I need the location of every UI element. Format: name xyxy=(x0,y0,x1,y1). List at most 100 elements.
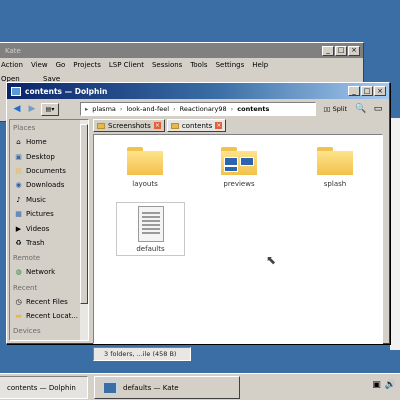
system-tray: ▣ 🔊 xyxy=(372,380,396,390)
kate-app-icon xyxy=(103,381,117,394)
tab-contents[interactable]: contents × xyxy=(166,119,227,132)
dolphin-content: Places ⌂ Home ▣ Desktop ▤ Documents ◉ Do… xyxy=(9,119,387,361)
volume-icon[interactable]: 🔊 xyxy=(385,380,396,390)
dolphin-window-title: contents — Dolphin xyxy=(25,86,108,96)
kate-close-button[interactable]: × xyxy=(348,45,360,56)
breadcrumb-current[interactable]: contents xyxy=(237,105,269,113)
dolphin-minimize-button[interactable]: _ xyxy=(348,86,360,96)
file-name: splash xyxy=(323,180,347,188)
folder-item-previews[interactable]: previews xyxy=(206,147,272,188)
devices-section-header: Devices xyxy=(13,327,41,336)
music-icon: ♪ xyxy=(16,195,21,204)
sidebar-item-recent-files[interactable]: ◷ Recent Files xyxy=(10,295,88,309)
breadcrumb-separator-icon: › xyxy=(230,105,234,113)
taskbar-item-kate[interactable]: defaults — Kate xyxy=(94,376,240,399)
kate-minimize-button[interactable]: _ xyxy=(322,45,334,56)
kate-menu-tools[interactable]: Tools xyxy=(190,61,207,69)
file-name: layouts xyxy=(132,180,158,188)
kate-menu-projects[interactable]: Projects xyxy=(73,61,101,69)
sidebar-item-network[interactable]: ◍ Network xyxy=(10,265,88,279)
sidebar-item-label: Home xyxy=(26,138,47,147)
dolphin-close-button[interactable]: × xyxy=(374,86,386,96)
image-folder-icon xyxy=(221,147,257,175)
folder-item-splash[interactable]: splash xyxy=(302,147,368,188)
back-arrow-icon[interactable]: ◀ xyxy=(11,103,23,115)
split-icon: ▯▯ xyxy=(323,105,331,113)
sidebar-item-label: Recent Files xyxy=(26,297,68,306)
split-button[interactable]: ▯▯ Split xyxy=(319,102,351,116)
sidebar-item-documents[interactable]: ▤ Documents xyxy=(10,164,88,178)
breadcrumb-item[interactable]: Reactionary98 xyxy=(180,105,227,113)
dolphin-title-bar[interactable]: contents — Dolphin _ □ × xyxy=(7,83,389,99)
kate-menu-action[interactable]: Action xyxy=(1,61,23,69)
kate-menu-help[interactable]: Help xyxy=(252,61,268,69)
dolphin-window[interactable]: contents — Dolphin _ □ × ◀ ▶ ▤▾ ▸ plasma… xyxy=(6,82,390,361)
close-icon[interactable]: × xyxy=(215,122,223,129)
recent-files-icon: ◷ xyxy=(15,297,22,306)
downloads-icon: ◉ xyxy=(15,181,22,190)
view-mode-icon[interactable]: ▤▾ xyxy=(41,102,59,116)
breadcrumb[interactable]: ▸ plasma › look-and-feel › Reactionary98… xyxy=(80,102,317,116)
sidebar-item-downloads[interactable]: ◉ Downloads xyxy=(10,178,88,192)
sidebar-item-recent-locations[interactable]: ▬ Recent Locat... xyxy=(10,309,88,323)
sidebar-item-label: Videos xyxy=(26,224,50,233)
sidebar-item-trash[interactable]: ♻ Trash xyxy=(10,236,88,250)
dolphin-maximize-button[interactable]: □ xyxy=(361,86,373,96)
sidebar-item-label: Music xyxy=(26,195,46,204)
file-view[interactable]: layouts previews splash defaults ⬉ xyxy=(93,134,383,344)
split-label: Split xyxy=(332,105,347,113)
kate-menu-go[interactable]: Go xyxy=(56,61,66,69)
sidebar-item-desktop[interactable]: ▣ Desktop xyxy=(10,149,88,163)
folder-icon xyxy=(170,122,179,129)
kate-window-title: Kate xyxy=(5,46,21,55)
documents-icon: ▤ xyxy=(15,166,22,175)
file-item-defaults[interactable]: defaults xyxy=(116,202,185,256)
breadcrumb-item[interactable]: look-and-feel xyxy=(127,105,170,113)
sidebar-item-label: Recent Locat... xyxy=(26,312,79,321)
breadcrumb-item[interactable]: plasma xyxy=(92,105,116,113)
kate-menu-settings[interactable]: Settings xyxy=(216,61,245,69)
sidebar-item-label: Pictures xyxy=(26,210,54,219)
kate-menu-lsp-client[interactable]: LSP Client xyxy=(109,61,144,69)
status-bar: 3 folders, ...ile (458 B) xyxy=(93,347,191,361)
recent-section-header: Recent xyxy=(13,283,38,292)
mouse-cursor-icon: ⬉ xyxy=(266,253,277,267)
sidebar-item-label: Downloads xyxy=(26,181,65,190)
close-icon[interactable]: × xyxy=(153,122,161,129)
dolphin-toolbar: ◀ ▶ ▤▾ ▸ plasma › look-and-feel › Reacti… xyxy=(7,99,389,119)
kate-menu-bar: Action View Go Projects LSP Client Sessi… xyxy=(0,58,363,72)
sidebar-item-label: Trash xyxy=(26,238,45,247)
home-icon: ⌂ xyxy=(16,138,21,147)
folder-app-icon xyxy=(11,86,21,96)
folder-icon xyxy=(127,147,163,175)
tab-screenshots[interactable]: Screenshots × xyxy=(93,119,165,132)
places-scrollbar[interactable] xyxy=(80,120,88,340)
sidebar-item-music[interactable]: ♪ Music xyxy=(10,193,88,207)
sidebar-item-pictures[interactable]: ▦ Pictures xyxy=(10,207,88,221)
desktop-icon: ▣ xyxy=(15,152,22,161)
sidebar-item-label: Network xyxy=(26,268,56,277)
file-name: defaults xyxy=(136,245,165,253)
kate-maximize-button[interactable]: □ xyxy=(335,45,347,56)
document-icon xyxy=(137,206,164,242)
tab-label: Screenshots xyxy=(108,121,151,130)
recent-locations-icon: ▬ xyxy=(15,312,22,321)
kate-menu-sessions[interactable]: Sessions xyxy=(152,61,182,69)
sidebar-item-label: Documents xyxy=(26,166,66,175)
kate-title-bar[interactable]: Kate _ □ × xyxy=(0,43,363,58)
info-panel-icon[interactable]: ▭ xyxy=(371,102,385,116)
sidebar-item-videos[interactable]: ▶ Videos xyxy=(10,221,88,235)
file-name: previews xyxy=(223,180,255,188)
forward-arrow-icon[interactable]: ▶ xyxy=(26,103,38,115)
notes-icon[interactable]: ▣ xyxy=(372,380,381,390)
folder-item-layouts[interactable]: layouts xyxy=(112,147,178,188)
places-scrollbar-thumb[interactable] xyxy=(80,124,88,304)
sidebar-item-home[interactable]: ⌂ Home xyxy=(10,135,88,149)
kate-menu-view[interactable]: View xyxy=(31,61,48,69)
search-icon[interactable]: 🔍 xyxy=(354,102,368,116)
breadcrumb-separator-icon: › xyxy=(119,105,123,113)
network-icon: ◍ xyxy=(15,268,22,277)
taskbar-item-dolphin[interactable]: contents — Dolphin xyxy=(0,376,88,399)
folder-icon xyxy=(317,147,353,175)
remote-section-header: Remote xyxy=(13,254,41,263)
